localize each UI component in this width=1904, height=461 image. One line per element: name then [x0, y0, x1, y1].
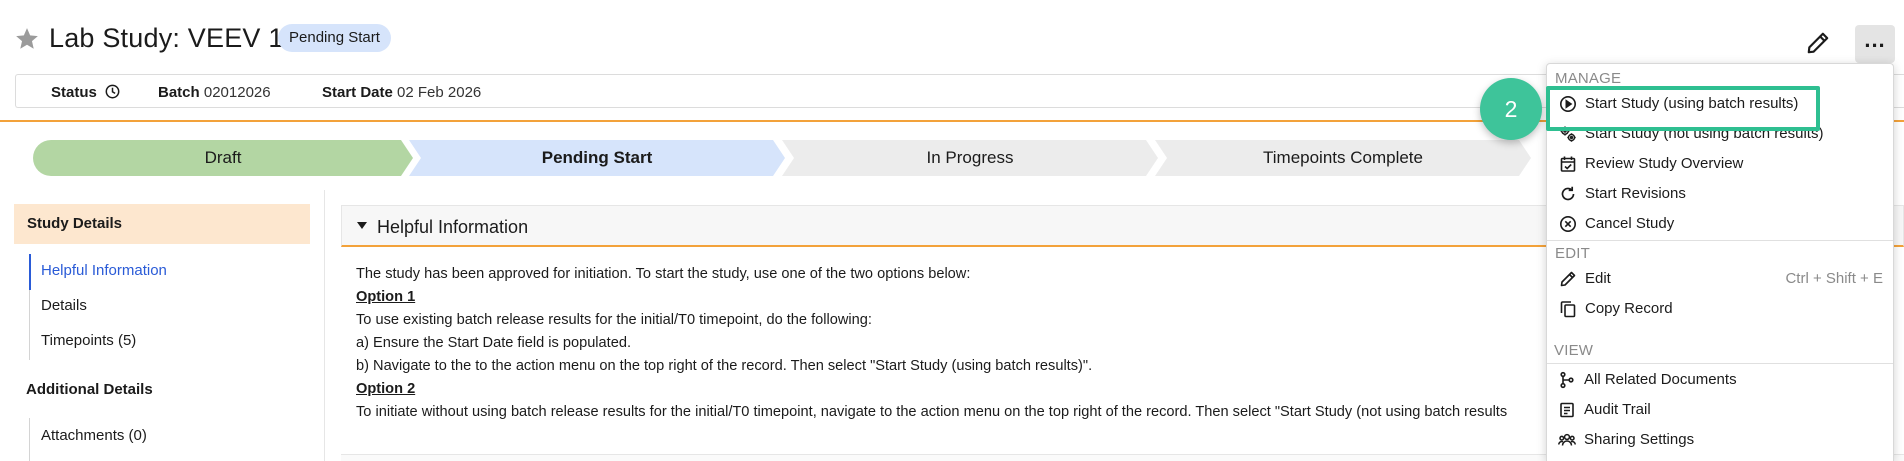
info-line: To initiate without using batch release …	[356, 404, 1508, 420]
cancel-circle-icon	[1560, 216, 1576, 232]
section-title: Helpful Information	[377, 217, 529, 237]
menu-item-all-related-documents[interactable]: All Related Documents	[1546, 365, 1892, 395]
menu-item-cancel-study[interactable]: Cancel Study	[1547, 209, 1893, 239]
menu-item-start-revisions[interactable]: Start Revisions	[1547, 179, 1893, 209]
menu-item-sharing-settings[interactable]: Sharing Settings	[1546, 425, 1892, 455]
batch-field: Batch 02012026	[158, 84, 271, 101]
lifecycle-step-draft: Draft	[33, 140, 413, 176]
info-line: To use existing batch release results fo…	[356, 312, 872, 328]
batch-label: Batch	[158, 84, 200, 101]
lifecycle-step-timepoints-complete: Timepoints Complete	[1155, 140, 1531, 176]
page-title: Lab Study: VEEV 1	[49, 23, 284, 53]
nav-divider	[29, 290, 30, 360]
status-field: Status	[51, 84, 120, 101]
lifecycle-step-in-progress: In Progress	[782, 140, 1158, 176]
clock-icon	[105, 84, 120, 99]
menu-group-edit: EDIT	[1555, 245, 1590, 262]
option-heading: Option 1	[356, 289, 416, 305]
collapse-caret-icon[interactable]	[357, 222, 367, 229]
info-line: a) Ensure the Start Date field is popula…	[356, 335, 632, 351]
pencil-icon[interactable]	[1805, 30, 1831, 56]
nav-section-additional-details[interactable]: Additional Details	[26, 381, 153, 398]
audit-trail-icon	[1560, 402, 1574, 418]
pencil-icon	[1560, 271, 1576, 287]
menu-item-audit-trail[interactable]: Audit Trail	[1546, 395, 1892, 425]
menu-group-view: VIEW	[1554, 342, 1594, 359]
nav-divider	[29, 418, 30, 461]
active-indicator	[29, 254, 31, 290]
menu-divider	[1547, 363, 1893, 364]
start-date-field: Start Date 02 Feb 2026	[322, 84, 481, 101]
status-label: Status	[51, 84, 97, 101]
nav-item-helpful-information[interactable]: Helpful Information	[41, 262, 167, 279]
left-nav: Study Details Helpful Information Detail…	[0, 190, 325, 461]
related-documents-icon	[1560, 371, 1574, 389]
nav-item-attachments[interactable]: Attachments (0)	[41, 427, 147, 444]
calendar-check-icon	[1560, 156, 1576, 172]
status-badge: Pending Start	[278, 24, 391, 52]
batch-value: 02012026	[203, 84, 271, 101]
nav-section-study-details[interactable]: Study Details	[14, 204, 310, 244]
menu-group-manage: MANAGE	[1555, 70, 1622, 87]
keyboard-shortcut: Ctrl + Shift + E	[1785, 270, 1883, 287]
more-actions-icon: ...	[1864, 27, 1886, 52]
menu-item-edit[interactable]: Edit Ctrl + Shift + E	[1547, 264, 1893, 294]
option-heading: Option 2	[356, 381, 416, 397]
lifecycle-step-pending-start: Pending Start	[409, 140, 785, 176]
nav-item-timepoints[interactable]: Timepoints (5)	[41, 332, 136, 349]
menu-divider	[1547, 240, 1893, 241]
step-number-badge: 2	[1480, 78, 1542, 140]
info-line: b) Navigate to the to the action menu on…	[356, 358, 1093, 374]
star-icon[interactable]	[14, 26, 40, 52]
more-actions-button[interactable]: ...	[1855, 25, 1895, 63]
record-header: Lab Study: VEEV 1 Pending Start ...	[0, 0, 1904, 72]
menu-item-copy-record[interactable]: Copy Record	[1547, 294, 1893, 324]
nav-item-details[interactable]: Details	[41, 297, 87, 314]
highlight-start-study-using-batch	[1546, 86, 1820, 131]
lifecycle-stepper: Draft Pending Start In Progress Timepoin…	[33, 140, 1593, 176]
users-icon	[1558, 433, 1576, 446]
start-date-label: Start Date	[322, 84, 393, 101]
info-line: The study has been approved for initiati…	[356, 266, 971, 282]
menu-item-review-study-overview[interactable]: Review Study Overview	[1547, 149, 1893, 179]
refresh-icon	[1561, 186, 1575, 201]
start-date-value: 02 Feb 2026	[397, 84, 482, 101]
